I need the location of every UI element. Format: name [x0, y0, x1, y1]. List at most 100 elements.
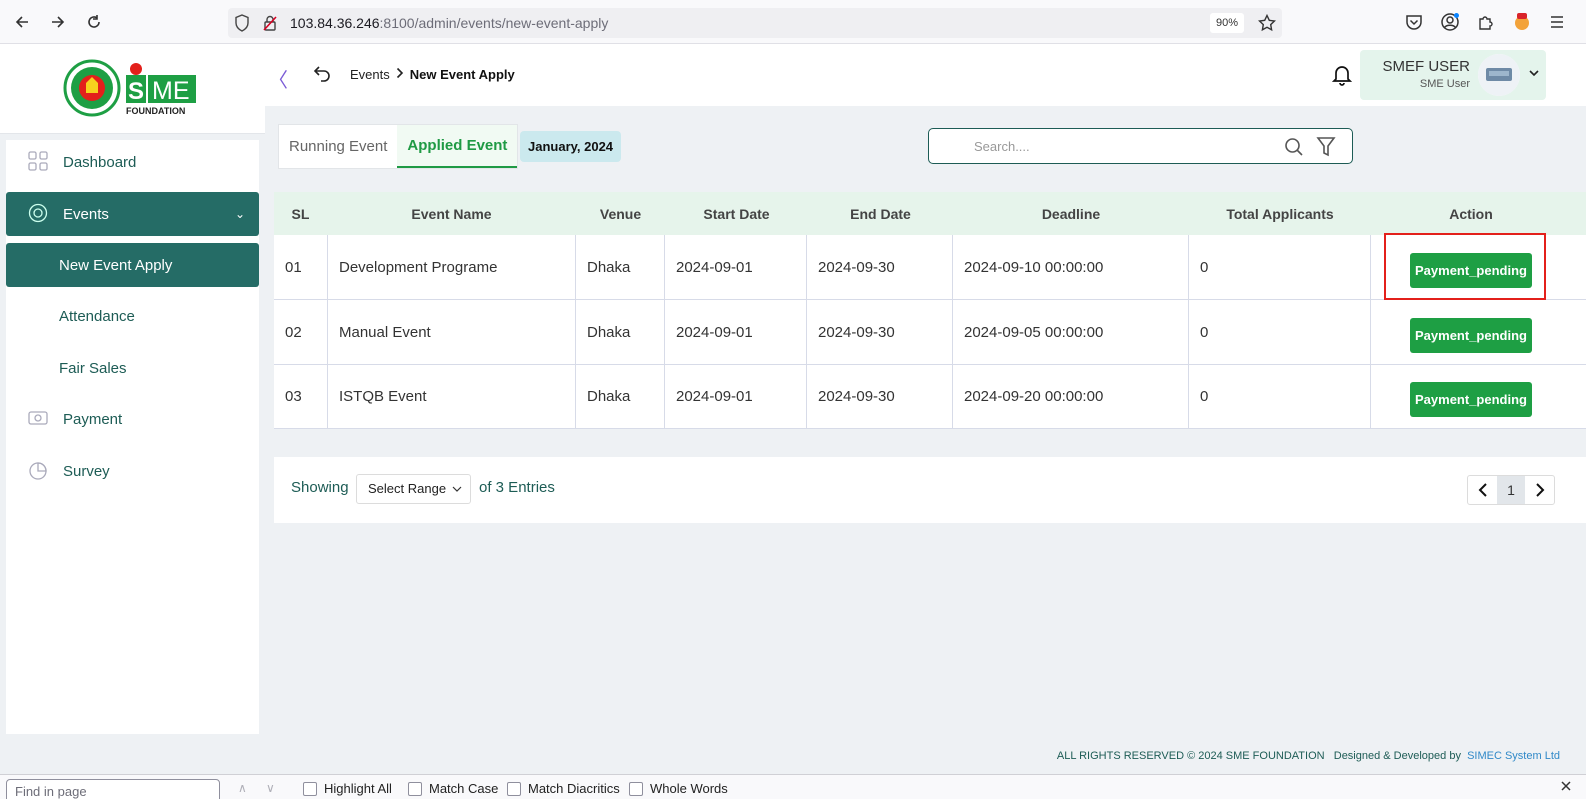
payment-cash-icon: [28, 408, 48, 432]
reload-icon[interactable]: [83, 11, 105, 33]
cell-sl: 01: [274, 235, 328, 299]
sidebar-item-events[interactable]: Events ⌄: [6, 192, 259, 236]
search-input[interactable]: Search....: [974, 139, 1030, 154]
table-row: 03 ISTQB Event Dhaka 2024-09-01 2024-09-…: [274, 364, 1586, 429]
pocket-icon[interactable]: [1403, 11, 1425, 33]
chevron-down-icon: [452, 486, 462, 492]
range-select[interactable]: Select Range: [356, 474, 471, 504]
sidebar-item-fair-sales[interactable]: Fair Sales: [6, 346, 259, 390]
forward-arrow-icon[interactable]: [47, 11, 69, 33]
cell-event-name: ISTQB Event: [328, 364, 576, 428]
zoom-indicator[interactable]: 90%: [1209, 13, 1244, 33]
column-header: End Date: [850, 205, 911, 222]
highlight-all-checkbox[interactable]: Highlight All: [303, 781, 392, 796]
events-table: SL Event Name Venue Start Date End Date …: [274, 192, 1586, 429]
account-icon[interactable]: [1439, 11, 1461, 33]
url-text: 103.84.36.246:8100/admin/events/new-even…: [290, 15, 609, 31]
extensions-icon[interactable]: [1475, 11, 1497, 33]
sidebar-item-label: Attendance: [59, 307, 135, 325]
svg-text:ME: ME: [152, 77, 190, 105]
browser-toolbar: 103.84.36.246:8100/admin/events/new-even…: [0, 0, 1586, 44]
sidebar-item-label: Survey: [63, 462, 110, 480]
prev-page-button[interactable]: [1468, 476, 1497, 504]
user-menu[interactable]: SMEF USER SME User: [1360, 50, 1546, 100]
cell-start-date: 2024-09-01: [665, 235, 807, 299]
tab-running-event[interactable]: Running Event: [279, 125, 397, 168]
sidebar: S ME FOUNDATION Dashboard Events ⌄ New E…: [0, 44, 265, 742]
chevron-left-icon: [1478, 483, 1487, 497]
column-header: Start Date: [703, 205, 770, 222]
close-icon[interactable]: [1560, 779, 1572, 797]
cell-event-name: Development Programe: [328, 235, 576, 299]
whole-words-checkbox[interactable]: Whole Words: [629, 781, 728, 796]
next-page-button[interactable]: [1525, 476, 1554, 504]
find-previous-icon[interactable]: ∧: [238, 781, 247, 795]
sidebar-item-label: Dashboard: [63, 153, 137, 171]
annotation-highlight-box: [1384, 233, 1546, 300]
cell-venue: Dhaka: [576, 235, 665, 299]
column-header: SL: [291, 205, 310, 222]
sidebar-item-payment[interactable]: Payment: [6, 397, 259, 441]
cell-applicants: 0: [1189, 300, 1371, 364]
column-header: Event Name: [411, 205, 492, 222]
page-number-button[interactable]: 1: [1497, 476, 1525, 504]
cell-sl: 03: [274, 364, 328, 428]
chevron-down-icon: [1528, 66, 1540, 84]
sidebar-menu: Dashboard Events ⌄ New Event Apply Atten…: [6, 140, 259, 734]
cell-venue: Dhaka: [576, 300, 665, 364]
search-icon[interactable]: [1284, 137, 1304, 162]
range-select-value: Select Range: [368, 481, 447, 496]
avatar: [1478, 54, 1520, 96]
cell-applicants: 0: [1189, 235, 1371, 299]
sidebar-item-label: New Event Apply: [59, 256, 173, 274]
sidebar-item-dashboard[interactable]: Dashboard: [6, 140, 259, 184]
user-role: SME User: [1419, 78, 1470, 90]
breadcrumb: Events New Event Apply: [350, 67, 515, 82]
extension-fox-icon[interactable]: [1511, 11, 1533, 33]
cell-venue: Dhaka: [576, 364, 665, 428]
copyright-text: ALL RIGHTS RESERVED © 2024 SME FOUNDATIO…: [1056, 750, 1560, 762]
sme-foundation-logo[interactable]: S ME FOUNDATION: [62, 59, 202, 117]
cell-end-date: 2024-09-30: [807, 300, 953, 364]
sidebar-item-new-event-apply[interactable]: New Event Apply: [6, 243, 259, 287]
sidebar-collapse-icon[interactable]: 〈: [268, 64, 288, 93]
dashboard-grid-icon: [28, 151, 48, 175]
breadcrumb-events[interactable]: Events: [350, 67, 390, 82]
entries-label: of 3 Entries: [479, 479, 555, 496]
column-header: Total Applicants: [1226, 205, 1334, 222]
sidebar-item-attendance[interactable]: Attendance: [6, 294, 259, 338]
chevron-right-icon: [1535, 483, 1544, 497]
bookmark-star-icon[interactable]: [1257, 13, 1277, 37]
svg-text:S: S: [128, 78, 144, 105]
event-tabs: Running Event Applied Event: [278, 124, 519, 169]
shield-icon[interactable]: [234, 14, 250, 37]
undo-back-icon[interactable]: [313, 64, 331, 87]
pagination-bar: Showing Select Range of 3 Entries 1: [274, 457, 1586, 523]
match-diacritics-checkbox[interactable]: Match Diacritics: [507, 781, 620, 796]
back-arrow-icon[interactable]: [11, 11, 33, 33]
svg-text:FOUNDATION: FOUNDATION: [126, 106, 185, 116]
payment-pending-button[interactable]: Payment_pending: [1410, 382, 1532, 417]
cell-sl: 02: [274, 300, 328, 364]
tab-applied-event[interactable]: Applied Event: [397, 125, 518, 168]
payment-pending-button[interactable]: Payment_pending: [1410, 318, 1532, 353]
filter-icon[interactable]: [1316, 136, 1336, 163]
find-next-icon[interactable]: ∨: [266, 781, 275, 795]
cell-event-name: Manual Event: [328, 300, 576, 364]
sidebar-item-label: Events: [63, 205, 109, 223]
cell-end-date: 2024-09-30: [807, 364, 953, 428]
insecure-lock-icon[interactable]: [262, 14, 278, 37]
column-header: Action: [1449, 205, 1493, 222]
developer-link[interactable]: SIMEC System Ltd: [1467, 750, 1560, 762]
month-selector[interactable]: January, 2024: [520, 131, 622, 162]
sidebar-item-survey[interactable]: Survey: [6, 449, 259, 493]
app-page: S ME FOUNDATION Dashboard Events ⌄ New E…: [0, 44, 1586, 774]
menu-hamburger-icon[interactable]: [1546, 11, 1568, 33]
address-bar[interactable]: 103.84.36.246:8100/admin/events/new-even…: [228, 8, 1282, 38]
notification-bell-icon[interactable]: [1331, 64, 1353, 91]
cell-deadline: 2024-09-05 00:00:00: [953, 300, 1189, 364]
chevron-right-icon: [396, 67, 404, 82]
find-input[interactable]: Find in page: [6, 779, 220, 799]
search-box[interactable]: Search....: [928, 128, 1353, 164]
match-case-checkbox[interactable]: Match Case: [408, 781, 498, 796]
